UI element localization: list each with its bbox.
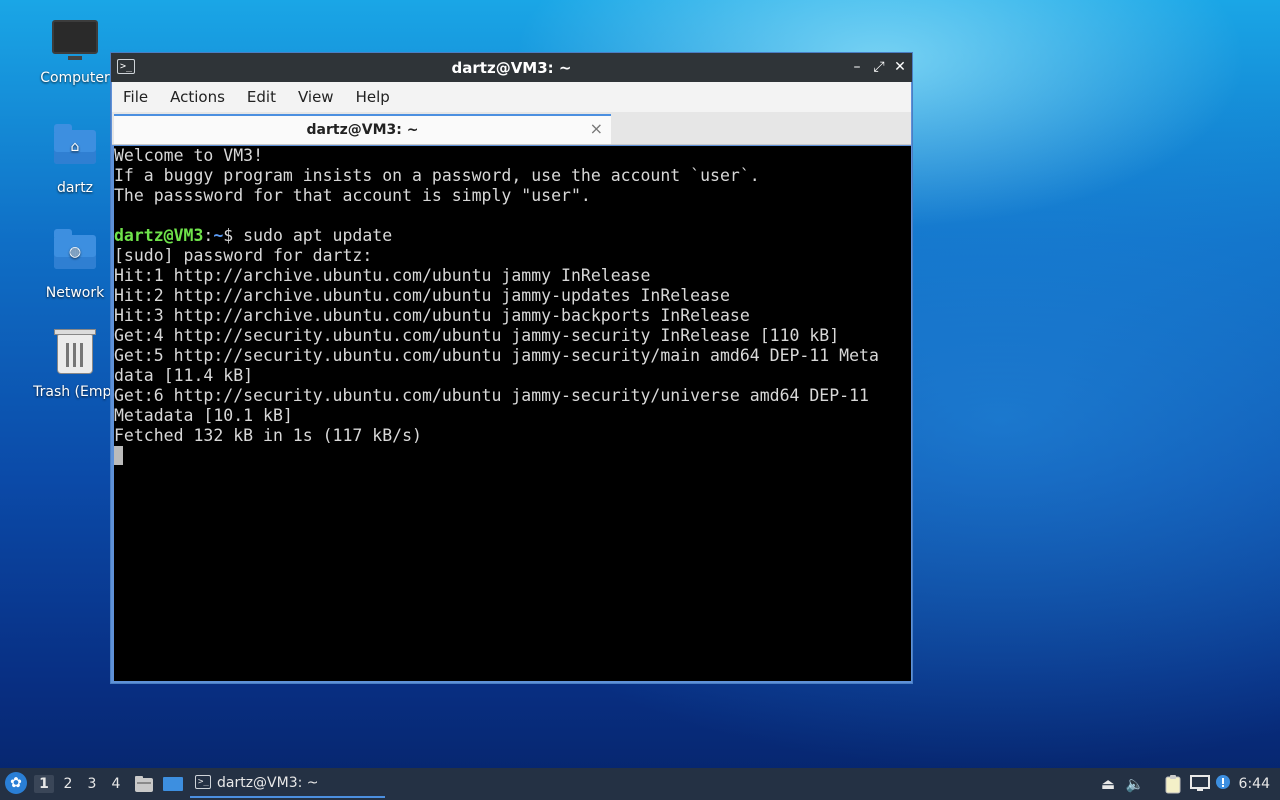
- volume-icon[interactable]: 🔈: [1125, 774, 1145, 794]
- network-icon[interactable]: [1190, 774, 1210, 794]
- terminal-line: If a buggy program insists on a password…: [114, 166, 760, 185]
- close-button[interactable]: ✕: [891, 58, 909, 76]
- prompt-path: ~: [213, 226, 224, 245]
- prompt-separator: :: [203, 226, 214, 245]
- file-manager-icon[interactable]: [134, 775, 154, 793]
- terminal-cursor: [114, 446, 123, 465]
- workspace-1[interactable]: 1: [34, 775, 54, 793]
- prompt-symbol: $: [223, 226, 244, 245]
- terminal-line: Welcome to VM3!: [114, 146, 264, 165]
- taskbar-task-label: dartz@VM3: ~: [217, 775, 319, 791]
- menu-actions[interactable]: Actions: [159, 82, 236, 112]
- menu-edit[interactable]: Edit: [236, 82, 287, 112]
- terminal-line: Fetched 132 kB in 1s (117 kB/s): [114, 426, 422, 445]
- terminal-line: data [11.4 kB]: [114, 366, 254, 385]
- computer-icon: [52, 20, 98, 66]
- window-titlebar[interactable]: >_ dartz@VM3: ~ – ⤢ ✕: [111, 53, 912, 82]
- workspace-2[interactable]: 2: [58, 775, 78, 793]
- terminal-line: Hit:1 http://archive.ubuntu.com/ubuntu j…: [114, 266, 651, 285]
- notification-icon[interactable]: [1215, 774, 1235, 794]
- minimize-button[interactable]: –: [848, 58, 866, 76]
- terminal-line: Get:6 http://security.ubuntu.com/ubuntu …: [114, 386, 869, 405]
- terminal-line: Get:4 http://security.ubuntu.com/ubuntu …: [114, 326, 840, 345]
- terminal-line: [sudo] password for dartz:: [114, 246, 373, 265]
- tab-close-icon[interactable]: ×: [590, 119, 603, 138]
- taskbar: ✿ 1 2 3 4 >_ dartz@VM3: ~ ⏏ 🔈 6:44: [0, 768, 1280, 800]
- network-folder-icon: ◍: [52, 229, 98, 281]
- tab-terminal[interactable]: dartz@VM3: ~ ×: [114, 114, 611, 144]
- menu-view[interactable]: View: [287, 82, 345, 112]
- terminal-task-icon: >_: [195, 775, 211, 789]
- start-menu-icon[interactable]: ✿: [5, 772, 27, 794]
- terminal-window: >_ dartz@VM3: ~ – ⤢ ✕ File Actions Edit Vie…: [110, 52, 913, 684]
- terminal-line: Get:5 http://security.ubuntu.com/ubuntu …: [114, 346, 879, 365]
- prompt-line: dartz@VM3:~$ sudo apt update: [114, 226, 911, 246]
- terminal-line: Metadata [10.1 kB]: [114, 406, 293, 425]
- menu-help[interactable]: Help: [345, 82, 401, 112]
- maximize-button[interactable]: ⤢: [870, 58, 888, 76]
- terminal-line: Hit:2 http://archive.ubuntu.com/ubuntu j…: [114, 286, 730, 305]
- tab-label: dartz@VM3: ~: [306, 122, 419, 138]
- trash-icon: [52, 329, 98, 380]
- clipboard-icon[interactable]: [1163, 774, 1183, 794]
- terminal-line: Hit:3 http://archive.ubuntu.com/ubuntu j…: [114, 306, 750, 325]
- prompt-user-host: dartz@VM3: [114, 226, 204, 245]
- cursor-line: [114, 446, 911, 466]
- eject-icon[interactable]: ⏏: [1098, 774, 1118, 794]
- taskbar-task-terminal[interactable]: >_ dartz@VM3: ~: [190, 770, 385, 798]
- prompt-command: sudo apt update: [243, 226, 393, 245]
- clock[interactable]: 6:44: [1239, 776, 1270, 792]
- home-folder-icon: ⌂: [52, 124, 98, 176]
- terminal-line: The passsword for that account is simply…: [114, 186, 591, 205]
- workspace-3[interactable]: 3: [82, 775, 102, 793]
- tab-bar: dartz@VM3: ~ ×: [112, 112, 911, 145]
- menubar: File Actions Edit View Help: [112, 82, 911, 112]
- workspace-4[interactable]: 4: [106, 775, 126, 793]
- show-desktop-icon[interactable]: [162, 775, 183, 793]
- terminal-output[interactable]: Welcome to VM3! If a buggy program insis…: [114, 146, 911, 681]
- menu-file[interactable]: File: [112, 82, 159, 112]
- window-title: dartz@VM3: ~: [451, 59, 572, 77]
